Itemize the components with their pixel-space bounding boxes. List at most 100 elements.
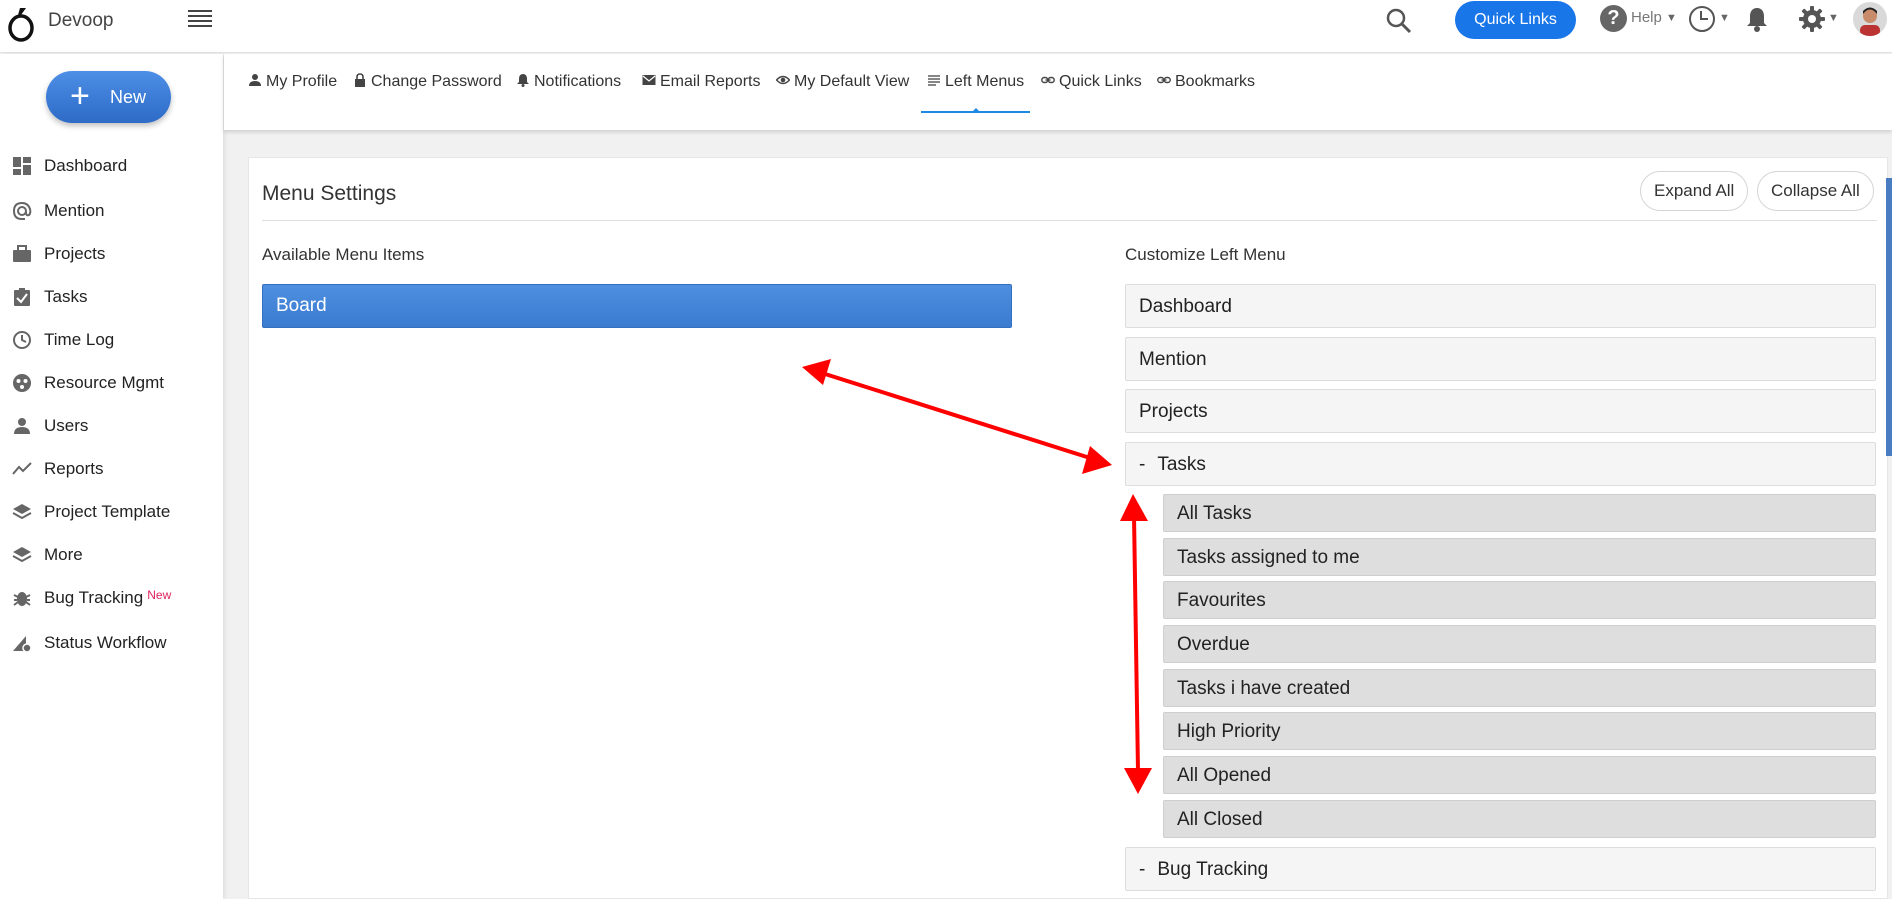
sidebar-item-label: Time Log	[44, 330, 115, 349]
available-items-heading: Available Menu Items	[262, 245, 425, 264]
help-caret-icon[interactable]: ▼	[1666, 12, 1677, 24]
sidebar-item-mention[interactable]: Mention	[0, 191, 222, 231]
sidebar-item-bug-tracking[interactable]: Bug Tracking New	[0, 578, 222, 618]
sidebar-item-tasks[interactable]: Tasks	[0, 277, 222, 317]
sidebar-item-time-log[interactable]: Time Log	[0, 320, 222, 360]
top-bar: Devoop Quick Links ? Help ▼ ▼ ▼	[0, 0, 1892, 53]
page-title: Menu Settings	[262, 182, 397, 205]
submenu-item-tasks-i-have-created[interactable]: Tasks i have created	[1163, 669, 1876, 707]
user-icon	[14, 418, 30, 434]
devoop-logo-icon[interactable]	[7, 6, 35, 42]
sidebar-item-projects[interactable]: Projects	[0, 234, 222, 274]
workflow-icon	[13, 636, 32, 653]
submenu-item-tasks-assigned-to-me[interactable]: Tasks assigned to me	[1163, 538, 1876, 576]
tab-label: My Profile	[266, 73, 338, 90]
sidebar-item-label: Resource Mgmt	[44, 373, 164, 392]
sidebar-item-status-workflow[interactable]: Status Workflow	[0, 623, 222, 663]
new-button-label: New	[110, 87, 147, 107]
sidebar-item-reports[interactable]: Reports	[0, 449, 222, 489]
tab-label: My Default View	[794, 73, 910, 90]
settings-tabs-bar: My Profile Change Password Notifications…	[224, 54, 1892, 130]
tab-bookmarks[interactable]: Bookmarks	[1157, 73, 1255, 113]
menu-item-label: Bug Tracking	[1157, 859, 1269, 880]
brand-name[interactable]: Devoop	[48, 10, 114, 32]
submenu-item-overdue[interactable]: Overdue	[1163, 625, 1876, 663]
clipboard-check-icon	[14, 288, 30, 306]
menu-item-mention[interactable]: Mention	[1125, 337, 1876, 381]
available-item-board[interactable]: Board	[262, 284, 1012, 328]
collapse-all-button[interactable]: Collapse All	[1757, 171, 1874, 211]
tab-quick-links[interactable]: Quick Links	[1041, 73, 1142, 113]
at-icon	[12, 201, 32, 220]
menu-item-bug-tracking[interactable]: - Bug Tracking	[1125, 847, 1876, 891]
resource-icon	[13, 374, 31, 392]
expand-all-button[interactable]: Expand All	[1640, 171, 1749, 211]
collapse-toggle[interactable]: -	[1139, 859, 1145, 880]
collapse-toggle[interactable]: -	[1139, 454, 1145, 475]
eye-icon	[776, 75, 790, 85]
sidebar-item-label: Projects	[44, 244, 106, 263]
tab-left-menus[interactable]: Left Menus	[921, 73, 1031, 113]
sidebar-item-project-template[interactable]: Project Template	[0, 492, 222, 532]
trend-icon	[12, 462, 32, 475]
tab-email-reports[interactable]: Email Reports	[642, 73, 760, 113]
clock-caret-icon[interactable]: ▼	[1719, 12, 1730, 24]
tab-my-default-view[interactable]: My Default View	[776, 73, 909, 113]
quick-links-button[interactable]: Quick Links	[1455, 1, 1576, 39]
sidebar-item-label: Dashboard	[44, 156, 128, 175]
new-button[interactable]: + New	[46, 71, 171, 123]
mail-icon	[642, 75, 656, 85]
sidebar-item-dashboard[interactable]: Dashboard	[0, 146, 222, 186]
user-avatar[interactable]	[1853, 2, 1887, 36]
submenu-item-favourites[interactable]: Favourites	[1163, 581, 1876, 619]
help-icon[interactable]: ?	[1600, 5, 1627, 32]
bug-tracking-label: Bug Tracking	[44, 588, 144, 607]
list-icon	[928, 75, 940, 86]
sidebar-item-label: Project Template	[44, 502, 171, 521]
settings-caret-icon[interactable]: ▼	[1828, 12, 1839, 24]
link-icon	[1157, 76, 1171, 84]
submenu-item-all-closed[interactable]: All Closed	[1163, 800, 1876, 838]
clock-icon	[13, 331, 31, 349]
tab-label: Change Password	[371, 73, 502, 90]
tab-label: Notifications	[534, 73, 622, 90]
notification-bell-icon[interactable]	[1742, 4, 1772, 34]
lock-icon	[355, 73, 365, 87]
link-icon	[1041, 76, 1055, 84]
menu-item-dashboard[interactable]: Dashboard	[1125, 284, 1876, 328]
submenu-item-all-opened[interactable]: All Opened	[1163, 756, 1876, 794]
hamburger-menu-icon[interactable]	[188, 10, 212, 32]
tab-label: Email Reports	[660, 73, 761, 90]
tab-notifications[interactable]: Notifications	[516, 73, 621, 113]
bell-icon	[517, 74, 529, 87]
sidebar-item-resource-mgmt[interactable]: Resource Mgmt	[0, 363, 222, 403]
time-clock-icon[interactable]	[1689, 6, 1715, 32]
tab-change-password[interactable]: Change Password	[353, 73, 502, 113]
layers-icon	[12, 547, 32, 563]
settings-gear-icon[interactable]	[1797, 4, 1827, 34]
sidebar-item-label: Status Workflow	[44, 633, 167, 652]
customize-menu-heading: Customize Left Menu	[1125, 245, 1286, 264]
sidebar-item-label: Bug Tracking New	[44, 588, 171, 608]
dashboard-icon	[13, 157, 31, 175]
divider	[262, 220, 1877, 221]
tab-label: Left Menus	[945, 73, 1025, 90]
sidebar-item-users[interactable]: Users	[0, 406, 222, 446]
tab-label: Quick Links	[1059, 73, 1142, 90]
bug-icon	[13, 592, 31, 606]
menu-item-tasks[interactable]: - Tasks	[1125, 442, 1876, 486]
submenu-item-high-priority[interactable]: High Priority	[1163, 712, 1876, 750]
left-sidebar: + New Dashboard Mention Projects Tasks T…	[0, 54, 223, 899]
person-icon	[249, 74, 261, 86]
submenu-item-all-tasks[interactable]: All Tasks	[1163, 494, 1876, 532]
sidebar-item-more[interactable]: More	[0, 535, 222, 575]
tab-my-profile[interactable]: My Profile	[248, 73, 337, 113]
help-label[interactable]: Help	[1631, 9, 1662, 26]
search-icon[interactable]	[1384, 6, 1414, 36]
tab-label: Bookmarks	[1175, 73, 1256, 90]
menu-settings-panel: Menu Settings Expand All Collapse All Av…	[248, 157, 1888, 899]
avatar-portrait-icon	[1853, 2, 1887, 36]
menu-item-projects[interactable]: Projects	[1125, 389, 1876, 433]
sidebar-item-label: Mention	[44, 201, 105, 220]
sidebar-item-label: More	[44, 545, 83, 564]
